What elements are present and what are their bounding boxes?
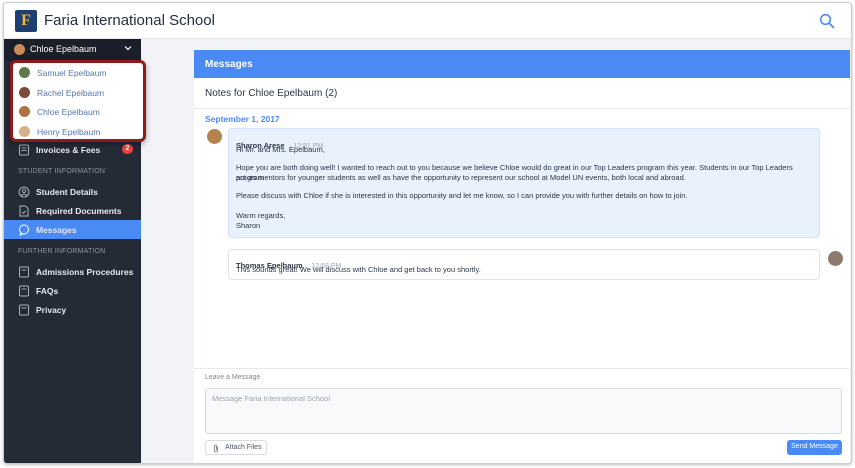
- switcher-item-rachel[interactable]: Rachel Epelbaum: [19, 85, 139, 101]
- sidebar-item-messages[interactable]: Messages: [4, 220, 141, 239]
- message-line: Hi Mr. and Mrs. Epelbaum,: [236, 145, 325, 154]
- message-line: This sounds great! We will discuss with …: [236, 265, 481, 274]
- user-switcher-toggle[interactable]: Chloe Epelbaum: [4, 39, 141, 61]
- sidebar-item-privacy[interactable]: Privacy: [4, 300, 141, 319]
- switcher-item-henry[interactable]: Henry Epelbaum: [19, 124, 139, 140]
- person-icon: [18, 186, 30, 198]
- switcher-item-chloe[interactable]: Chloe Epelbaum: [19, 104, 139, 120]
- sidebar-item-label: Privacy: [36, 305, 67, 315]
- page-icon: [19, 304, 29, 316]
- notes-title: Notes for Chloe Epelbaum (2): [205, 88, 338, 99]
- school-logo: F: [15, 10, 37, 32]
- chevron-down-icon: [124, 46, 132, 51]
- search-icon[interactable]: [819, 13, 835, 29]
- sidebar-item-label: Invoices & Fees: [36, 145, 101, 155]
- sidebar-item-label: Admissions Procedures: [36, 267, 134, 277]
- message-bubble: Sharon Arese · 12:51 PM Hi Mr. and Mrs. …: [228, 128, 820, 238]
- message-placeholder: Message Faria International School: [212, 394, 330, 403]
- section-student-information: STUDENT INFORMATION: [18, 168, 106, 175]
- switcher-item-label: Rachel Epelbaum: [37, 88, 105, 98]
- current-user-name: Chloe Epelbaum: [30, 44, 97, 54]
- message-line: Sharon: [236, 221, 261, 230]
- message-line: Warm regards,: [236, 211, 286, 220]
- top-bar: F Faria International School: [4, 3, 851, 39]
- attach-files-label: Attach Files: [225, 444, 262, 451]
- sidebar-item-faqs[interactable]: FAQs: [4, 281, 141, 300]
- message-line: act as mentors for younger students as w…: [236, 173, 686, 182]
- avatar: [19, 106, 30, 117]
- page-title: Messages: [205, 59, 253, 70]
- invoice-icon: [19, 144, 29, 156]
- paperclip-icon: [214, 444, 218, 453]
- sidebar-item-label: Messages: [36, 225, 77, 235]
- avatar: [19, 87, 30, 98]
- section-further-information: FURTHER INFORMATION: [18, 248, 106, 255]
- message-date: September 1, 2017: [205, 114, 280, 124]
- messages-header: Messages: [194, 50, 850, 78]
- message-line: Please discuss with Chloe if she is inte…: [236, 191, 688, 200]
- attach-files-button[interactable]: Attach Files: [205, 440, 267, 455]
- page-icon: [19, 266, 29, 278]
- avatar: [207, 129, 222, 144]
- switcher-item-label: Henry Epelbaum: [37, 127, 101, 137]
- chat-icon: [19, 224, 29, 236]
- sidebar-item-student-details[interactable]: Student Details: [4, 182, 141, 201]
- switcher-item-samuel[interactable]: Samuel Epelbaum: [19, 65, 139, 81]
- avatar: [828, 251, 843, 266]
- messages-panel: Messages Notes for Chloe Epelbaum (2) Se…: [194, 50, 850, 463]
- sidebar-item-label: Required Documents: [36, 206, 122, 216]
- send-message-label: Send Message: [791, 443, 838, 450]
- invoice-count-badge: 2: [122, 144, 133, 154]
- message-input[interactable]: Message Faria International School: [205, 388, 842, 434]
- avatar: [19, 126, 30, 137]
- sidebar-item-label: FAQs: [36, 286, 59, 296]
- app-title: Faria International School: [44, 12, 215, 29]
- sidebar-item-label: Student Details: [36, 187, 98, 197]
- avatar: [19, 67, 30, 78]
- document-icon: [19, 205, 29, 217]
- sidebar-item-invoices[interactable]: Invoices & Fees 2: [4, 140, 141, 159]
- message-bubble: Thomas Epelbaum · 12:58 PM This sounds g…: [228, 249, 820, 280]
- user-switcher-dropdown: Samuel Epelbaum Rachel Epelbaum Chloe Ep…: [10, 60, 146, 142]
- avatar: [14, 44, 25, 55]
- app-window: F Faria International School Chloe Epelb…: [3, 2, 852, 464]
- sidebar-item-required-documents[interactable]: Required Documents: [4, 201, 141, 220]
- page-icon: [19, 285, 29, 297]
- switcher-item-label: Samuel Epelbaum: [37, 68, 107, 78]
- sidebar-item-admissions-procedures[interactable]: Admissions Procedures: [4, 262, 141, 281]
- divider: [194, 368, 850, 369]
- compose-label: Leave a Message: [205, 374, 261, 381]
- send-message-button[interactable]: Send Message: [787, 440, 842, 455]
- switcher-item-label: Chloe Epelbaum: [37, 107, 100, 117]
- divider: [194, 108, 850, 109]
